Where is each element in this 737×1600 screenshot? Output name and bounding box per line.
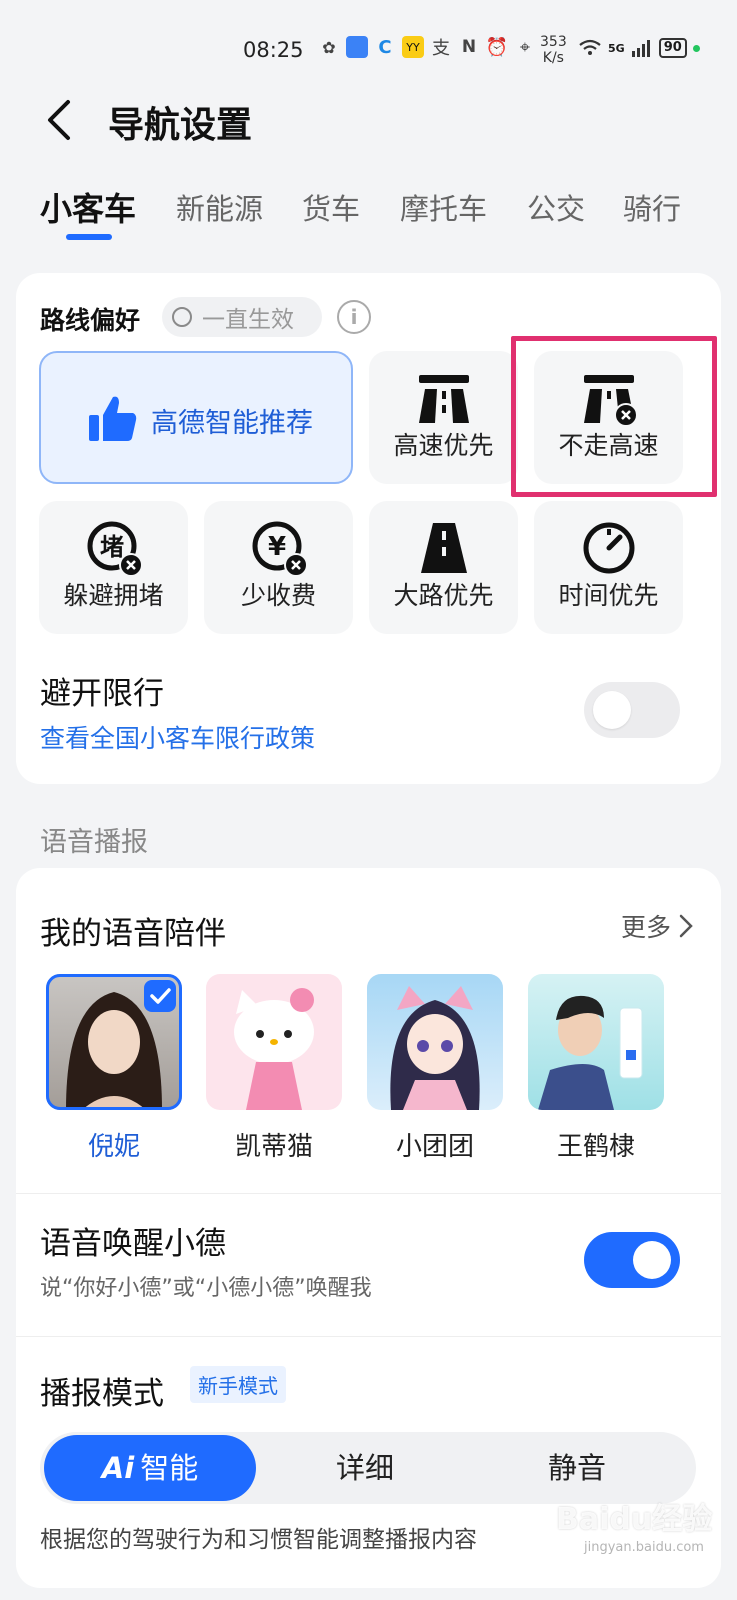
anime-girl-image	[390, 986, 480, 1110]
avatar	[367, 974, 503, 1110]
avoid-congestion-icon: 堵	[87, 521, 143, 577]
mode-smart-label: 智能	[140, 1451, 199, 1485]
voice-item-hello-kitty[interactable]: 凯蒂猫	[204, 974, 344, 1163]
net-speed: 353 K/s	[540, 34, 567, 66]
more-label: 更多	[620, 913, 671, 942]
option-smart-recommend[interactable]: 高德智能推荐	[39, 351, 353, 484]
option-time-first[interactable]: 时间优先	[534, 501, 683, 634]
network-type: 5G	[608, 41, 625, 55]
ai-icon: Ai	[101, 1451, 135, 1485]
back-button[interactable]	[40, 98, 80, 142]
toggle-knob	[633, 1241, 671, 1279]
paw-icon: ✿	[322, 37, 336, 57]
avoid-limit-toggle[interactable]	[584, 682, 680, 738]
route-preference-card: 路线偏好 一直生效 i 高德智能推荐 高速优先 不走高速 堵 躲避拥堵 ¥ 少收…	[16, 273, 721, 784]
option-avoid-congestion-label: 躲避拥堵	[63, 581, 164, 610]
selected-check-icon	[144, 980, 176, 1012]
vehicle-tabs: 小客车 新能源 货车 摩托车 公交 骑行	[0, 186, 737, 246]
avatar	[46, 974, 182, 1110]
status-time: 08:25	[243, 38, 304, 62]
voice-section-label: 语音播报	[40, 827, 148, 858]
option-less-toll[interactable]: ¥ 少收费	[204, 501, 353, 634]
tab-cycling[interactable]: 骑行	[623, 186, 681, 228]
toggle-knob	[593, 691, 631, 729]
back-arrow-icon	[48, 100, 70, 140]
option-main-road-label: 大路优先	[393, 581, 494, 610]
voice-name: 凯蒂猫	[234, 1132, 313, 1162]
app-yellow-icon: YY	[402, 36, 424, 58]
more-voices-link[interactable]: 更多	[621, 908, 693, 944]
chevron-right-icon	[679, 914, 693, 938]
signal-icon	[631, 40, 650, 57]
net-speed-value: 353	[540, 34, 567, 50]
timer-icon	[583, 522, 634, 574]
app-blue-icon	[346, 36, 368, 58]
voice-wake-toggle[interactable]	[584, 1232, 680, 1288]
voice-item-nini[interactable]: 倪妮	[44, 974, 184, 1163]
option-main-road[interactable]: 大路优先	[369, 501, 518, 634]
baidu-watermark-url: jingyan.baidu.com	[584, 1540, 704, 1555]
voice-name: 小团团	[395, 1132, 474, 1162]
avoid-limit-title: 避开限行	[40, 676, 164, 712]
portrait-man-image	[538, 995, 643, 1110]
route-preference-title: 路线偏好	[40, 306, 141, 335]
mode-detailed-button[interactable]: 详细	[259, 1432, 471, 1504]
svg-text:堵: 堵	[100, 533, 124, 561]
voice-item-xiaotuantuan[interactable]: 小团团	[365, 974, 505, 1163]
location-icon: ⌖	[519, 36, 531, 58]
option-less-toll-label: 少收费	[240, 581, 316, 610]
alipay-icon: 支	[432, 38, 450, 59]
tab-new-energy[interactable]: 新能源	[176, 186, 263, 228]
option-highway-first[interactable]: 高速优先	[369, 351, 518, 484]
tab-car[interactable]: 小客车	[40, 184, 136, 230]
app-c-icon: C	[378, 36, 392, 58]
battery-indicator: 90	[658, 38, 687, 58]
voice-name: 王鹤棣	[556, 1132, 635, 1162]
privacy-dot	[692, 44, 700, 52]
avatar	[528, 974, 664, 1110]
main-road-icon	[420, 523, 467, 573]
baidu-watermark: Baidu经验	[556, 1502, 713, 1537]
voice-name: 倪妮	[87, 1132, 140, 1162]
alarm-icon: ⏰	[485, 36, 509, 58]
page-title: 导航设置	[108, 105, 253, 146]
tab-truck[interactable]: 货车	[302, 186, 360, 228]
nfc-icon: N	[461, 37, 477, 57]
limit-policy-link[interactable]: 查看全国小客车限行政策	[40, 719, 315, 755]
avatar	[206, 974, 342, 1110]
novice-mode-badge: 新手模式	[190, 1366, 286, 1403]
info-icon[interactable]: i	[337, 300, 371, 334]
always-effective-label: 一直生效	[202, 307, 294, 333]
always-effective-toggle[interactable]: 一直生效	[162, 297, 322, 337]
highlight-annotation-box	[511, 336, 717, 497]
voice-item-wang-hedi[interactable]: 王鹤棣	[526, 974, 666, 1163]
voice-wake-title: 语音唤醒小德	[40, 1226, 226, 1262]
thumbs-up-icon	[89, 396, 137, 441]
less-toll-icon: ¥	[252, 521, 308, 577]
wifi-icon	[579, 39, 601, 55]
status-right: 5G 90	[578, 38, 700, 58]
option-smart-recommend-label: 高德智能推荐	[151, 408, 313, 439]
tab-motorcycle[interactable]: 摩托车	[400, 186, 487, 228]
status-app-icons: ✿ C YY 支 N ⏰ ⌖	[318, 36, 536, 59]
voice-card: 我的语音陪伴 更多 倪妮 凯蒂猫 小团团 王鹤棣 语音唤醒小德 说“你好小德”或…	[16, 868, 721, 1588]
mode-smart-button[interactable]: Ai 智能	[44, 1435, 256, 1501]
radio-circle-icon	[172, 307, 192, 327]
broadcast-mode-description: 根据您的驾驶行为和习惯智能调整播报内容	[40, 1527, 477, 1553]
voice-companion-title: 我的语音陪伴	[40, 916, 226, 952]
divider	[16, 1336, 721, 1337]
broadcast-mode-title: 播报模式	[40, 1376, 164, 1412]
svg-text:¥: ¥	[267, 532, 285, 562]
voice-wake-subtitle: 说“你好小德”或“小德小德”唤醒我	[40, 1276, 372, 1301]
option-avoid-congestion[interactable]: 堵 躲避拥堵	[39, 501, 188, 634]
hello-kitty-image	[234, 988, 314, 1110]
status-bar: 08:25 ✿ C YY 支 N ⏰ ⌖ 353 K/s 5G 90	[0, 30, 737, 70]
tab-active-indicator	[66, 234, 112, 240]
divider	[16, 1193, 721, 1194]
option-time-first-label: 时间优先	[558, 581, 659, 610]
highway-icon	[418, 375, 469, 423]
net-speed-unit: K/s	[542, 50, 564, 66]
tab-bus[interactable]: 公交	[527, 186, 585, 228]
option-highway-first-label: 高速优先	[393, 431, 494, 460]
